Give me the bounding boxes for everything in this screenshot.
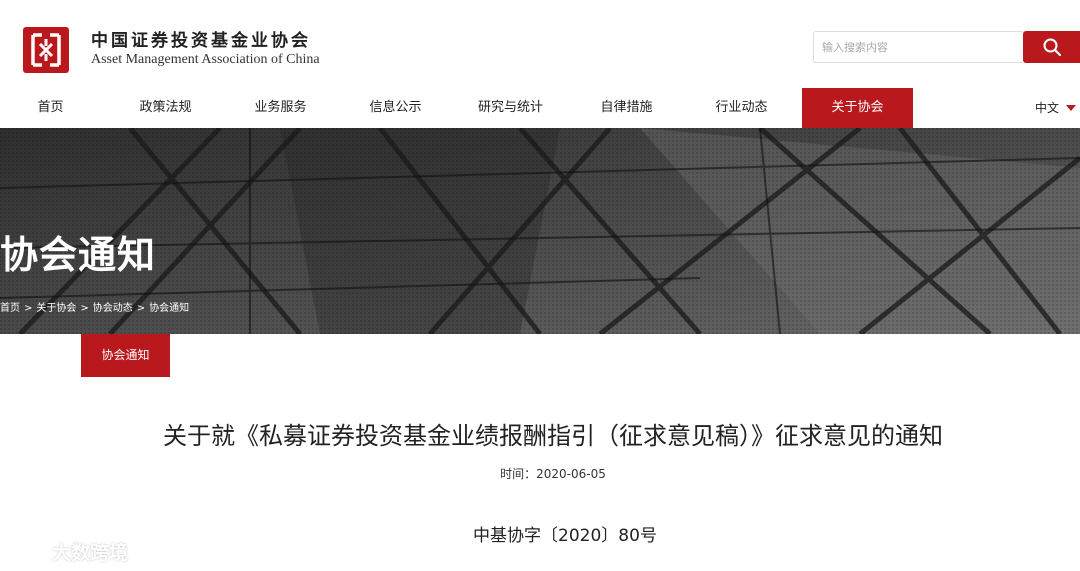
watermark-logo-icon xyxy=(10,543,40,560)
article-time: 时间：2020-06-05 xyxy=(500,467,606,481)
search-button[interactable] xyxy=(1023,31,1080,63)
breadcrumb-notices[interactable]: 协会通知 xyxy=(149,303,189,314)
nav-item-disclosure[interactable]: 信息公示 xyxy=(345,88,446,128)
breadcrumb-about[interactable]: 关于协会 xyxy=(36,303,76,314)
watermark: 大数跨境 xyxy=(8,537,128,565)
search-input[interactable] xyxy=(813,31,1023,63)
language-label: 中文 xyxy=(1035,101,1060,115)
main-nav: 首页 政策法规 业务服务 信息公示 研究与统计 自律措施 行业动态 关于协会 xyxy=(0,88,1080,128)
breadcrumb-separator: > xyxy=(80,303,89,314)
breadcrumb: 首页 > 关于协会 > 协会动态 > 协会通知 xyxy=(0,302,189,316)
search-icon xyxy=(1043,38,1061,57)
breadcrumb-separator: > xyxy=(24,303,33,314)
breadcrumb-news[interactable]: 协会动态 xyxy=(93,303,133,314)
nav-item-research[interactable]: 研究与统计 xyxy=(460,88,561,128)
nav-item-industry-news[interactable]: 行业动态 xyxy=(691,88,792,128)
document-number: 中基协字〔2020〕80号 xyxy=(473,526,657,546)
breadcrumb-home[interactable]: 首页 xyxy=(0,303,20,314)
nav-item-policies[interactable]: 政策法规 xyxy=(115,88,216,128)
language-selector[interactable]: 中文 xyxy=(1035,88,1077,128)
breadcrumb-separator: > xyxy=(136,303,146,314)
brand-name-cn: 中国证券投资基金业协会 xyxy=(91,31,311,51)
banner-title: 协会通知 xyxy=(0,233,157,277)
brand-name-en: Asset Management Association of China xyxy=(91,52,320,67)
nav-item-home[interactable]: 首页 xyxy=(0,88,101,128)
article-title: 关于就《私募证券投资基金业绩报酬指引（征求意见稿）》征求意见的通知 xyxy=(163,422,943,450)
site-header: 中国证券投资基金业协会 Asset Management Association… xyxy=(0,0,1080,88)
page-banner: 协会通知 首页 > 关于协会 > 协会动态 > 协会通知 xyxy=(0,128,1080,334)
watermark-text: 大数跨境 xyxy=(52,541,129,564)
nav-item-about[interactable]: 关于协会 xyxy=(802,88,913,128)
nav-item-services[interactable]: 业务服务 xyxy=(230,88,331,128)
brand[interactable]: 中国证券投资基金业协会 Asset Management Association… xyxy=(91,31,320,69)
search-box xyxy=(813,31,1080,65)
caret-down-icon xyxy=(1066,105,1077,111)
amac-logo-icon[interactable] xyxy=(23,27,69,73)
tab-notices[interactable]: 协会通知 xyxy=(81,334,170,377)
nav-item-self-regulation[interactable]: 自律措施 xyxy=(576,88,677,128)
